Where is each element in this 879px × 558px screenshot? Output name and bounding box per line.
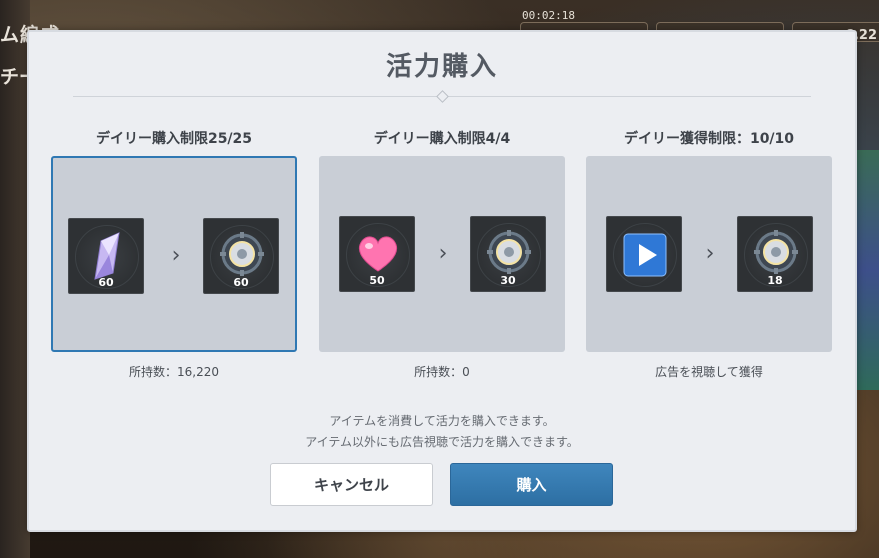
- output-item-count: 60: [233, 276, 249, 289]
- input-item-count: 50: [369, 274, 385, 287]
- output-item-count: 18: [767, 274, 783, 287]
- chevron-right-icon: ›: [705, 241, 715, 266]
- chevron-right-icon: ›: [171, 243, 181, 268]
- background-timer: 00:02:18: [522, 9, 575, 22]
- chevron-right-icon: ›: [438, 241, 448, 266]
- input-item-count: 60: [98, 276, 114, 289]
- output-item-count: 30: [500, 274, 516, 287]
- output-item-slot: 60: [203, 218, 279, 294]
- info-text-line-2: アイテム以外にも広告視聴で活力を購入できます。: [305, 435, 579, 449]
- option-card-crystal[interactable]: 60 › 60: [51, 156, 297, 352]
- output-item-slot: 30: [470, 216, 546, 292]
- background-right-panel: [855, 150, 879, 390]
- input-item-slot: 50: [339, 216, 415, 292]
- column-1-limit-header: デイリー購入制限25/25: [95, 131, 253, 147]
- output-item-slot: 18: [737, 216, 813, 292]
- column-2-limit-header: デイリー購入制限4/4: [373, 131, 511, 147]
- input-item-slot: 60: [68, 218, 144, 294]
- dialog-title: 活力購入: [385, 52, 498, 82]
- column-1-owned-count: 所持数：16,220: [129, 365, 219, 379]
- input-item-slot: [606, 216, 682, 292]
- option-card-ad[interactable]: › 18: [586, 156, 832, 352]
- column-2-owned-count: 所持数：0: [414, 365, 470, 379]
- vitality-purchase-dialog: 活力購入 デイリー購入制限25/25 60 › 60 所持数：16,220 デイ…: [27, 30, 857, 532]
- play-video-icon: [623, 233, 667, 277]
- info-text-line-1: アイテムを消費して活力を購入できます。: [329, 414, 555, 428]
- column-3-limit-header: デイリー獲得制限：10/10: [623, 131, 795, 147]
- divider-ornament-icon: [436, 90, 449, 103]
- cancel-button[interactable]: キャンセル: [270, 463, 433, 506]
- option-card-heart[interactable]: 50 › 30: [319, 156, 565, 352]
- column-3-ad-caption: 広告を視聴して獲得: [655, 365, 763, 379]
- purchase-button[interactable]: 購入: [450, 463, 613, 506]
